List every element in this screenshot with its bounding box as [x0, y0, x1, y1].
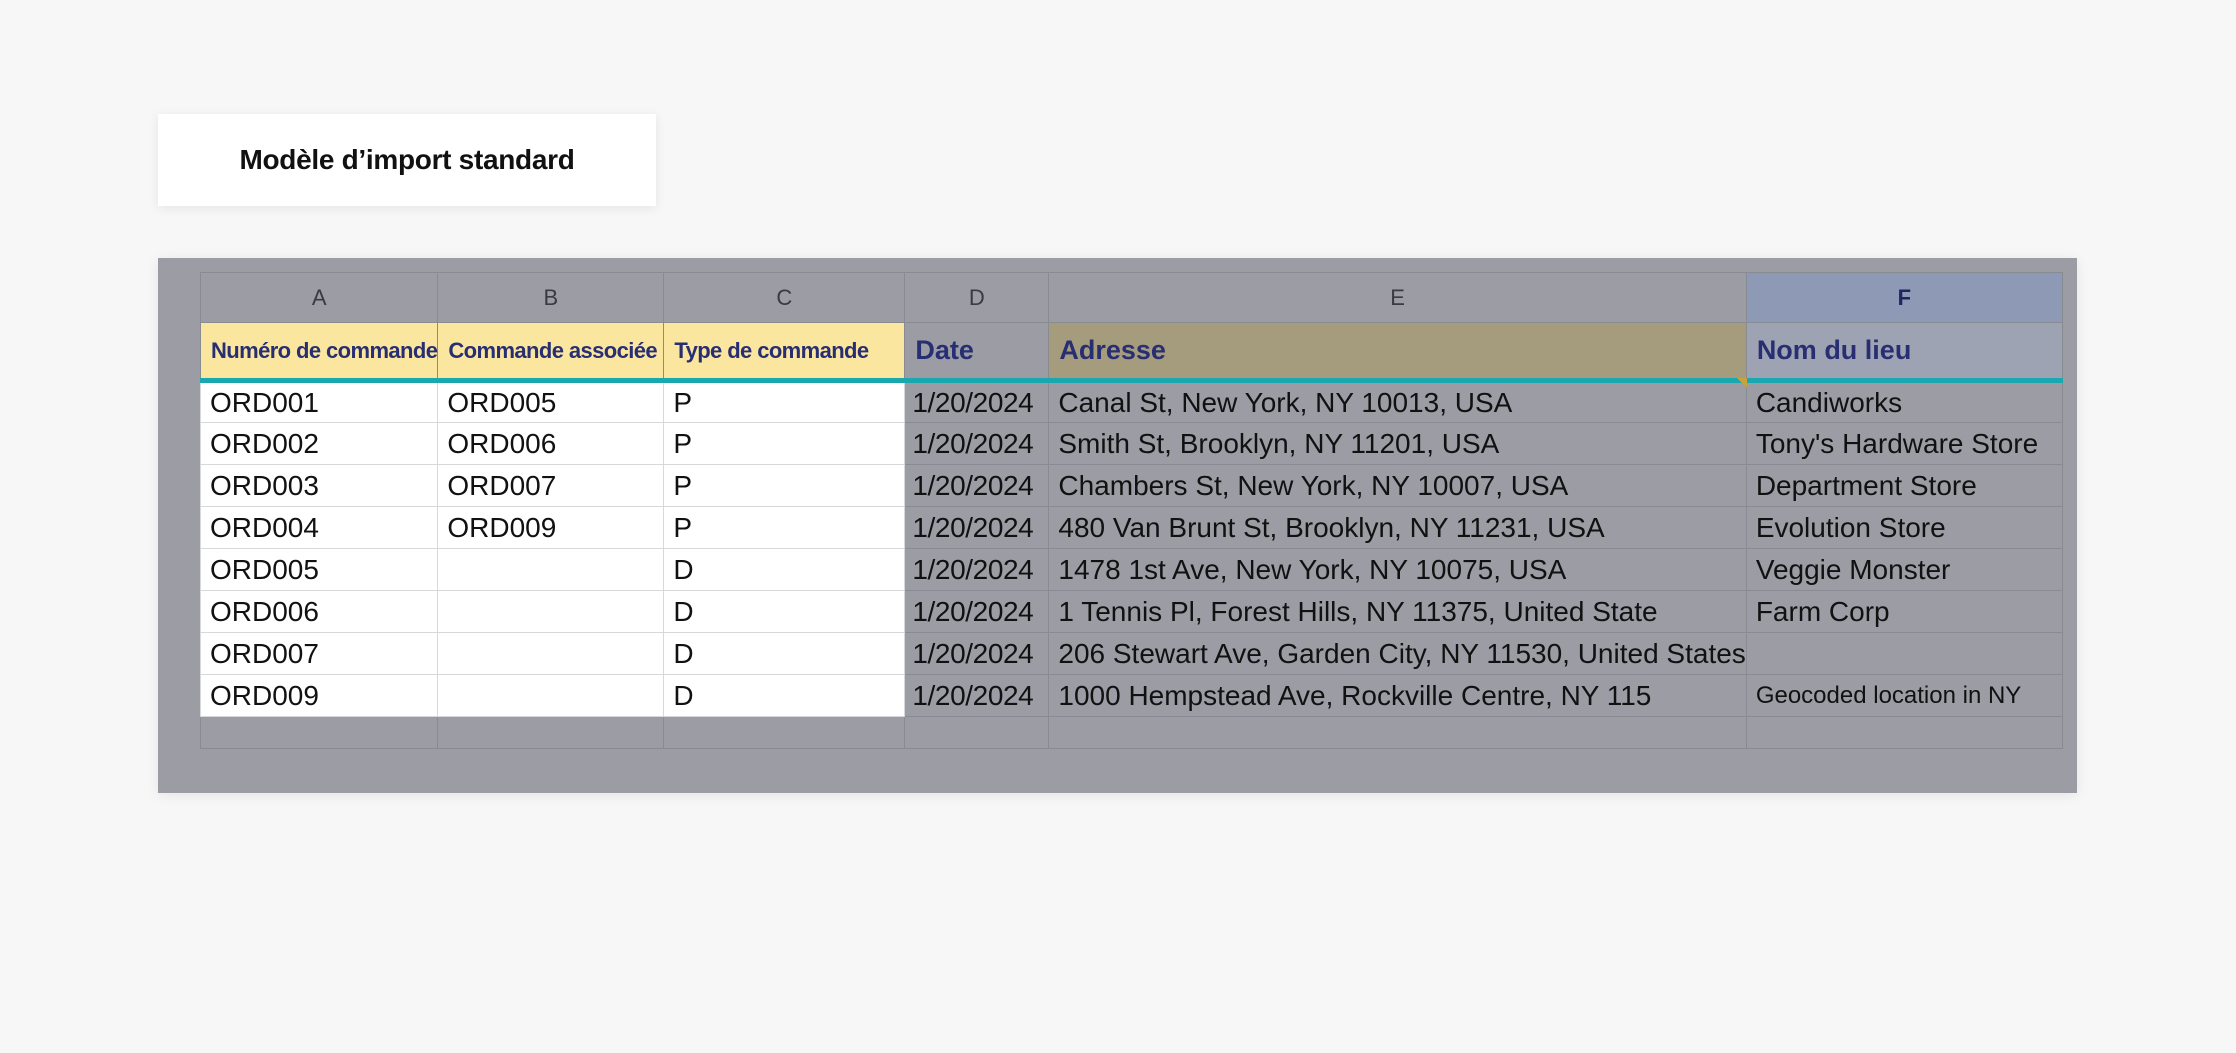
template-title: Modèle d’import standard: [239, 144, 575, 175]
column-header-a[interactable]: A: [199, 272, 439, 323]
empty-cell[interactable]: [437, 716, 665, 749]
cell-associated[interactable]: ORD006: [437, 422, 665, 465]
column-header-d[interactable]: D: [904, 272, 1050, 323]
cell-order[interactable]: ORD003: [199, 464, 439, 507]
column-header-e[interactable]: E: [1048, 272, 1747, 323]
cell-date[interactable]: 1/20/2024: [904, 422, 1050, 465]
column-header-f[interactable]: F: [1745, 272, 2063, 323]
cell-associated[interactable]: [437, 632, 665, 675]
table-row: ORD005 D 1/20/2024 1478 1st Ave, New Yor…: [199, 548, 2063, 591]
cell-address[interactable]: Canal St, New York, NY 10013, USA: [1048, 380, 1747, 423]
empty-cell[interactable]: [904, 716, 1050, 749]
comment-marker: [1736, 378, 1747, 388]
cell-place[interactable]: Farm Corp: [1745, 590, 2063, 633]
cell-associated[interactable]: ORD007: [437, 464, 665, 507]
cell-place[interactable]: Department Store: [1745, 464, 2063, 507]
field-address-label: Adresse: [1059, 335, 1166, 365]
cell-associated[interactable]: ORD005: [437, 380, 665, 423]
cell-date[interactable]: 1/20/2024: [904, 464, 1050, 507]
empty-cell[interactable]: [1048, 716, 1747, 749]
cell-address[interactable]: Chambers St, New York, NY 10007, USA: [1048, 464, 1747, 507]
cell-address[interactable]: 206 Stewart Ave, Garden City, NY 11530, …: [1048, 632, 1747, 675]
cell-place[interactable]: Evolution Store: [1745, 506, 2063, 549]
cell-associated[interactable]: ORD009: [437, 506, 665, 549]
table-row: ORD009 D 1/20/2024 1000 Hempstead Ave, R…: [199, 674, 2063, 717]
cell-order[interactable]: ORD005: [199, 548, 439, 591]
cell-date[interactable]: 1/20/2024: [904, 548, 1050, 591]
field-header-row: Numéro de commande Commande associée Typ…: [199, 322, 2063, 388]
cell-associated[interactable]: [437, 548, 665, 591]
cell-type[interactable]: D: [663, 632, 906, 675]
cell-type[interactable]: D: [663, 590, 906, 633]
empty-cell[interactable]: [663, 716, 906, 749]
title-card: Modèle d’import standard: [158, 114, 656, 206]
cell-order[interactable]: ORD006: [199, 590, 439, 633]
table-row: ORD001 ORD005 P 1/20/2024 Canal St, New …: [199, 380, 2063, 423]
cell-address[interactable]: 480 Van Brunt St, Brooklyn, NY 11231, US…: [1048, 506, 1747, 549]
cell-type[interactable]: D: [663, 674, 906, 717]
cell-address[interactable]: 1 Tennis Pl, Forest Hills, NY 11375, Uni…: [1048, 590, 1747, 633]
table-row: ORD007 D 1/20/2024 206 Stewart Ave, Gard…: [199, 632, 2063, 675]
cell-date[interactable]: 1/20/2024: [904, 674, 1050, 717]
empty-cell[interactable]: [1745, 716, 2063, 749]
field-associated-order[interactable]: Commande associée: [437, 322, 665, 383]
spreadsheet-grid: A B C D E F Numéro de commande Commande …: [199, 272, 2063, 749]
cell-order[interactable]: ORD009: [199, 674, 439, 717]
cell-associated[interactable]: [437, 590, 665, 633]
table-row: ORD003 ORD007 P 1/20/2024 Chambers St, N…: [199, 464, 2063, 507]
column-header-b[interactable]: B: [437, 272, 665, 323]
cell-place[interactable]: Candiworks: [1745, 380, 2063, 423]
column-header-c[interactable]: C: [663, 272, 906, 323]
field-address[interactable]: Adresse: [1048, 322, 1747, 388]
table-row: ORD006 D 1/20/2024 1 Tennis Pl, Forest H…: [199, 590, 2063, 633]
empty-row: [199, 716, 2063, 749]
cell-order[interactable]: ORD007: [199, 632, 439, 675]
cell-place[interactable]: Geocoded location in NY: [1745, 674, 2063, 717]
cell-type[interactable]: P: [663, 380, 906, 423]
cell-address[interactable]: 1000 Hempstead Ave, Rockville Centre, NY…: [1048, 674, 1747, 717]
field-date[interactable]: Date: [904, 322, 1050, 383]
cell-address[interactable]: 1478 1st Ave, New York, NY 10075, USA: [1048, 548, 1747, 591]
cell-date[interactable]: 1/20/2024: [904, 380, 1050, 423]
cell-date[interactable]: 1/20/2024: [904, 632, 1050, 675]
cell-type[interactable]: P: [663, 464, 906, 507]
cell-type[interactable]: P: [663, 506, 906, 549]
column-header-row: A B C D E F: [199, 272, 2063, 323]
table-row: ORD004 ORD009 P 1/20/2024 480 Van Brunt …: [199, 506, 2063, 549]
cell-place[interactable]: Tony's Hardware Store: [1745, 422, 2063, 465]
cell-place[interactable]: Veggie Monster: [1745, 548, 2063, 591]
empty-cell[interactable]: [199, 716, 439, 749]
field-order-type[interactable]: Type de commande: [663, 322, 906, 383]
cell-associated[interactable]: [437, 674, 665, 717]
table-row: ORD002 ORD006 P 1/20/2024 Smith St, Broo…: [199, 422, 2063, 465]
cell-type[interactable]: P: [663, 422, 906, 465]
cell-place[interactable]: [1745, 632, 2063, 675]
field-place-name[interactable]: Nom du lieu: [1745, 322, 2063, 383]
cell-date[interactable]: 1/20/2024: [904, 590, 1050, 633]
cell-order[interactable]: ORD002: [199, 422, 439, 465]
cell-date[interactable]: 1/20/2024: [904, 506, 1050, 549]
cell-type[interactable]: D: [663, 548, 906, 591]
cell-address[interactable]: Smith St, Brooklyn, NY 11201, USA: [1048, 422, 1747, 465]
cell-order[interactable]: ORD001: [199, 380, 439, 423]
field-order-number[interactable]: Numéro de commande: [199, 322, 439, 383]
cell-order[interactable]: ORD004: [199, 506, 439, 549]
